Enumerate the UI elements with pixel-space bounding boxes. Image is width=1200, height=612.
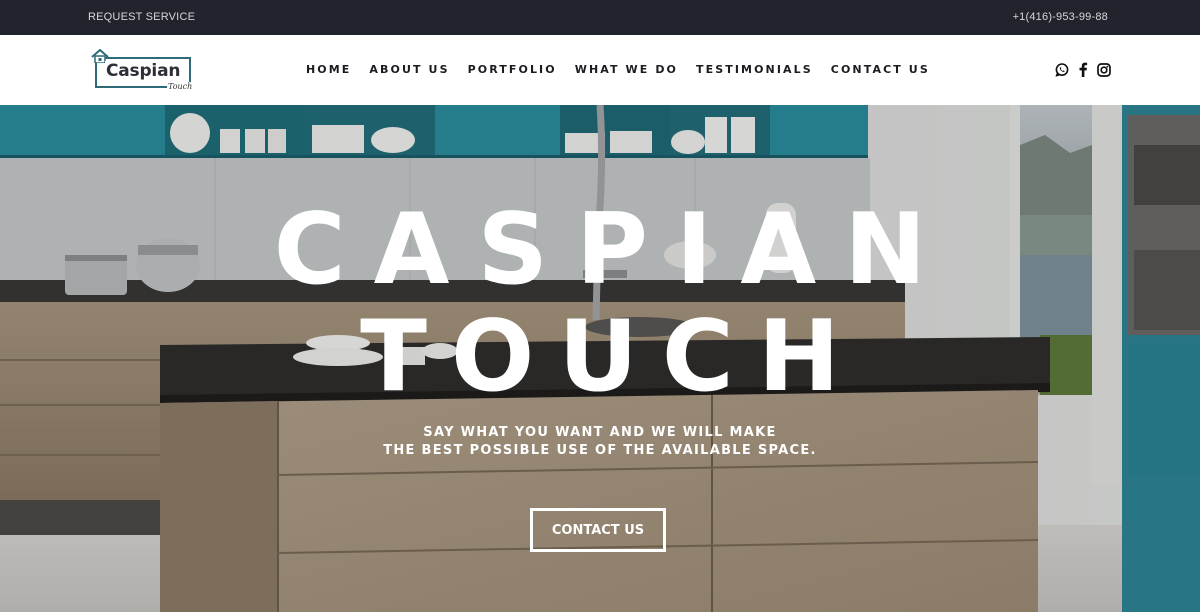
nav-about-us[interactable]: ABOUT US [369, 63, 449, 76]
nav-contact-us[interactable]: CONTACT US [831, 63, 930, 76]
social-links [1054, 62, 1111, 77]
nav-what-we-do[interactable]: WHAT WE DO [575, 63, 678, 76]
nav-home[interactable]: HOME [306, 63, 351, 76]
hero-subtitle-line-2: THE BEST POSSIBLE USE OF THE AVAILABLE S… [383, 443, 817, 458]
nav-portfolio[interactable]: PORTFOLIO [468, 63, 557, 76]
logo-brand-text: Caspian [105, 61, 182, 81]
top-bar: REQUEST SERVICE +1(416)-953-99-88 [0, 0, 1200, 35]
main-navbar: Caspian Touch HOME ABOUT US PORTFOLIO WH… [0, 35, 1200, 105]
phone-number[interactable]: +1(416)-953-99-88 [1013, 11, 1108, 23]
request-service-link[interactable]: REQUEST SERVICE [88, 11, 195, 23]
nav-testimonials[interactable]: TESTIMONIALS [696, 63, 813, 76]
main-menu: HOME ABOUT US PORTFOLIO WHAT WE DO TESTI… [306, 63, 930, 76]
hero-section: CASPIAN TOUCH SAY WHAT YOU WANT AND WE W… [0, 105, 1200, 612]
contact-us-button[interactable]: CONTACT US [530, 508, 666, 552]
facebook-icon[interactable] [1075, 62, 1090, 77]
hero-subtitle-line-1: SAY WHAT YOU WANT AND WE WILL MAKE [423, 425, 777, 440]
logo-subtitle: Touch [167, 82, 194, 91]
instagram-icon[interactable] [1096, 62, 1111, 77]
hero-title-line-1: CASPIAN [273, 193, 955, 307]
whatsapp-icon[interactable] [1054, 62, 1069, 77]
hero-title-line-2: TOUCH [360, 300, 864, 414]
site-logo[interactable]: Caspian Touch [88, 48, 194, 94]
